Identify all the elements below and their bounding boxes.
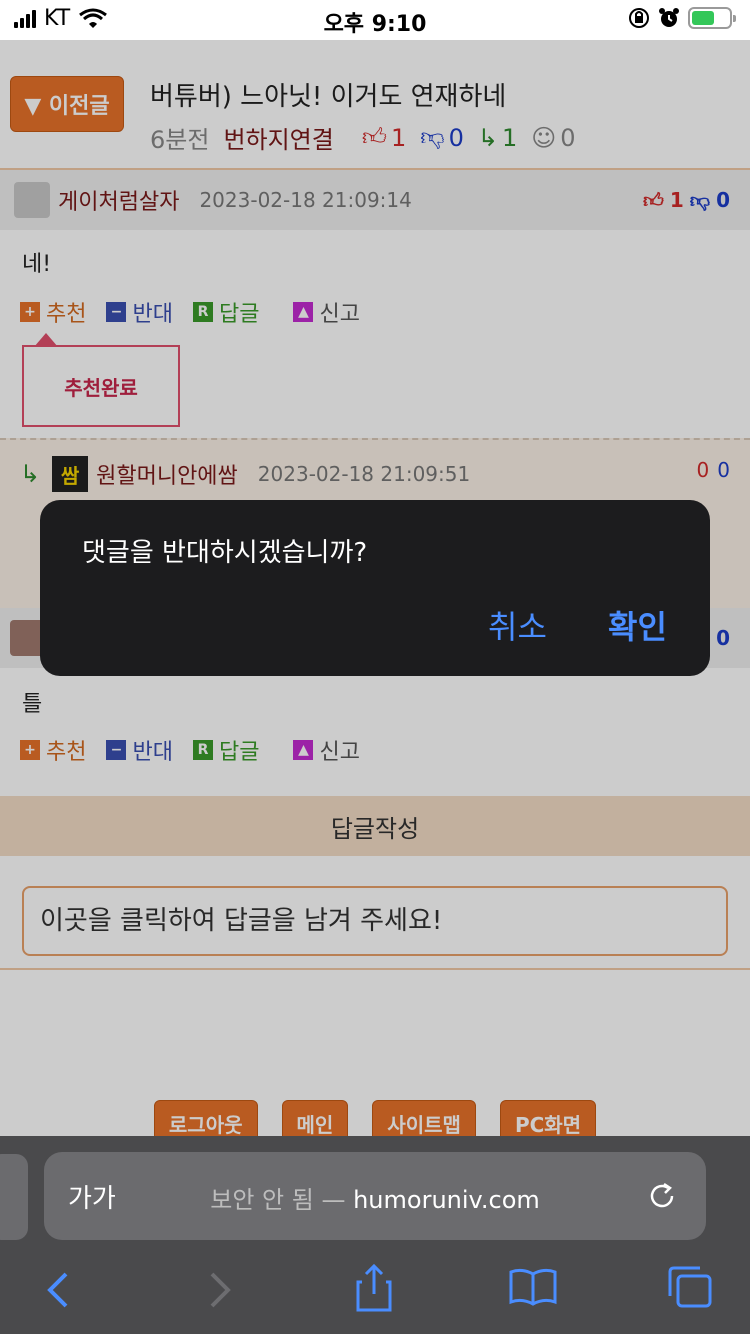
forward-icon[interactable] [206,1270,234,1314]
url-display[interactable]: 보안 안 됨 — humoruniv.com [44,1180,706,1215]
reload-icon[interactable] [646,1180,678,1212]
address-bar[interactable]: 가가 보안 안 됨 — humoruniv.com [44,1152,706,1240]
url-separator: — [321,1186,346,1214]
bookmarks-icon[interactable] [508,1266,558,1310]
battery-icon [688,7,736,29]
status-bar: KT 오후 9:10 [0,0,750,40]
security-label: 보안 안 됨 [210,1186,314,1214]
confirm-dialog: 댓글을 반대하시겠습니까? 취소 확인 [40,500,710,676]
domain-label: humoruniv.com [353,1186,540,1214]
browser-nav [0,1254,750,1324]
tabs-icon[interactable] [666,1264,714,1314]
dialog-message: 댓글을 반대하시겠습니까? [82,538,368,568]
alarm-icon [659,8,679,27]
status-right [628,7,736,29]
back-icon[interactable] [44,1270,72,1314]
share-icon[interactable] [354,1263,394,1316]
previous-tab-edge[interactable] [0,1154,28,1240]
cancel-button[interactable]: 취소 [488,602,547,648]
browser-toolbar: 가가 보안 안 됨 — humoruniv.com [0,1136,750,1334]
confirm-button[interactable]: 확인 [608,602,667,648]
orientation-lock-icon [629,8,649,28]
